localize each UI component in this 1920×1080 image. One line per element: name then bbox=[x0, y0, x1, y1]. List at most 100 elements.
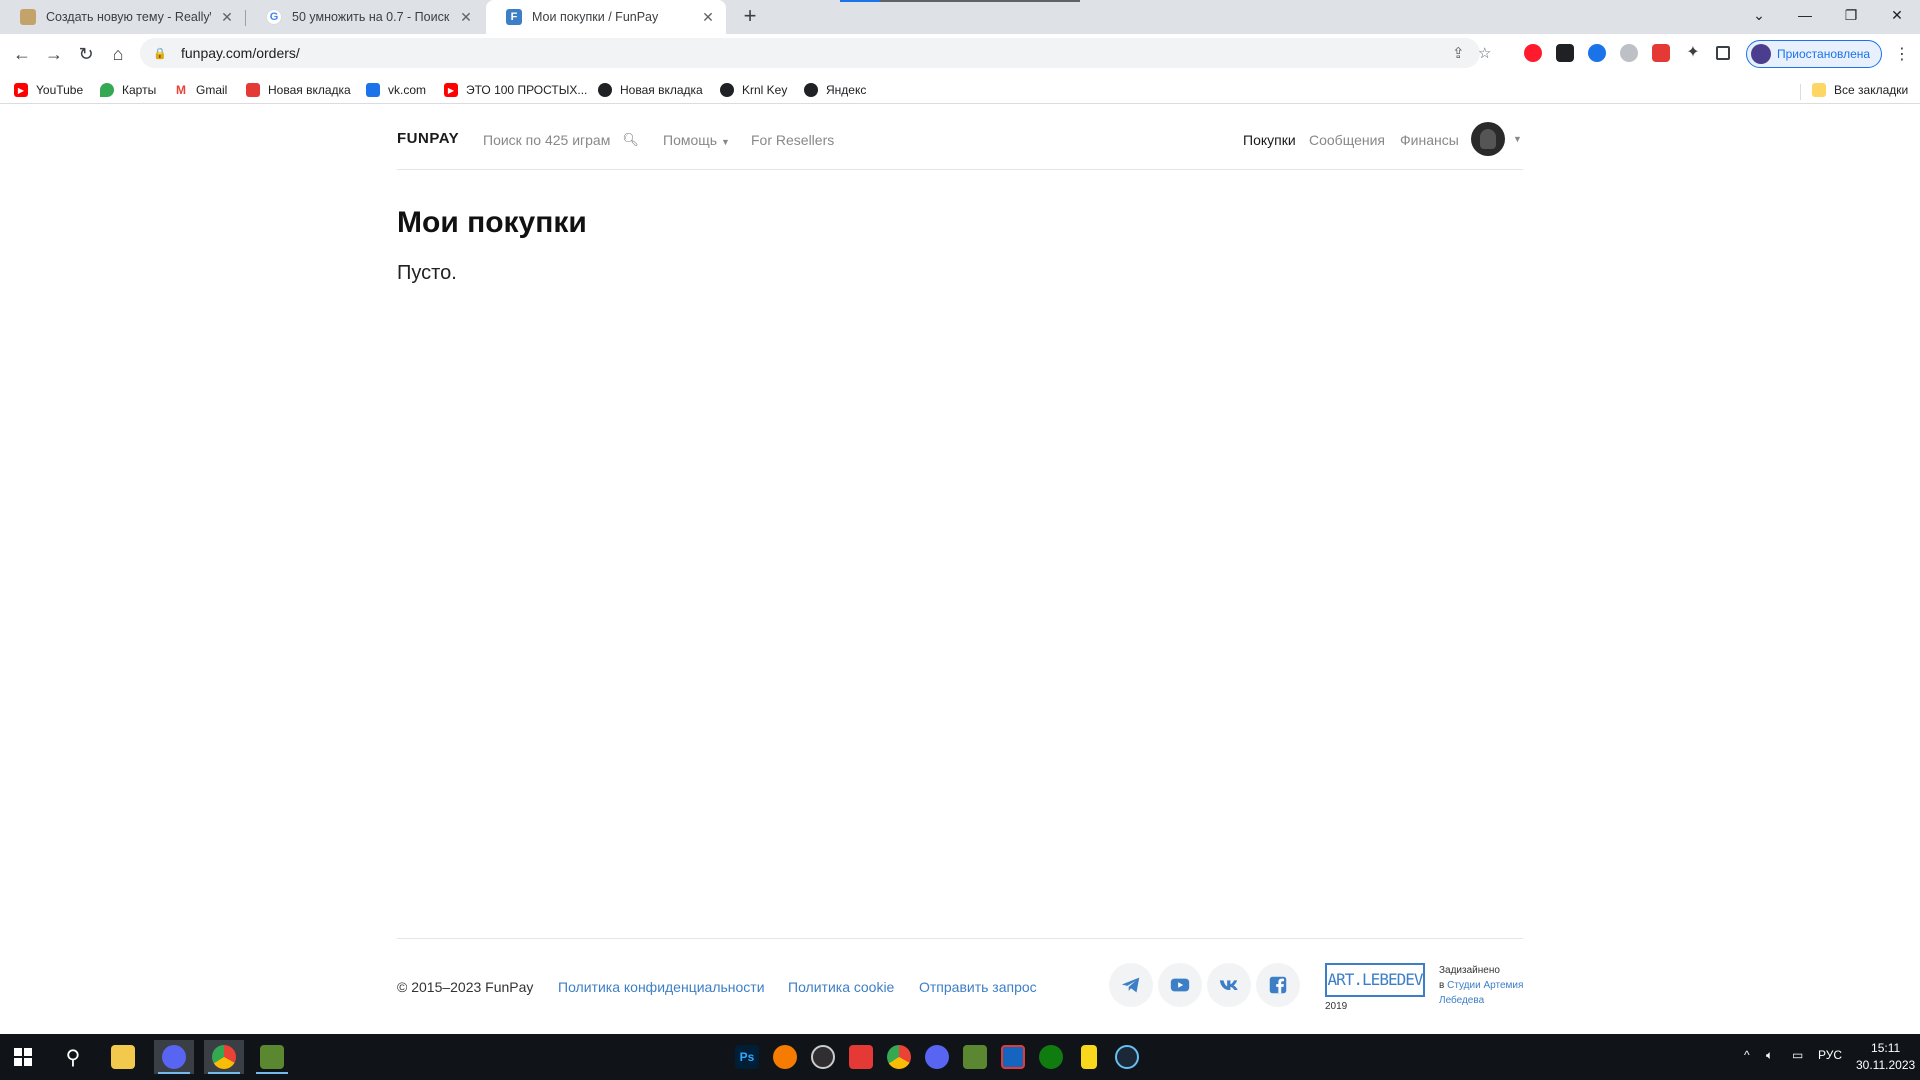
reload-icon[interactable]: ↻ bbox=[72, 40, 100, 68]
minimize-button[interactable]: — bbox=[1782, 0, 1828, 30]
media-player-icon[interactable] bbox=[844, 1040, 878, 1074]
tab-title: Создать новую тему - ReallyWo bbox=[46, 10, 211, 24]
globe-icon bbox=[804, 83, 818, 97]
restore-button[interactable]: ❐ bbox=[1828, 0, 1874, 30]
chrome-taskbar-icon[interactable] bbox=[204, 1040, 244, 1074]
designer-link[interactable]: Студии Артемия Лебедева bbox=[1439, 980, 1523, 1006]
tab-favicon bbox=[20, 9, 36, 25]
globe-icon bbox=[720, 83, 734, 97]
designed-label: Задизайнено bbox=[1439, 965, 1500, 976]
extensions-puzzle-icon[interactable]: ✦ bbox=[1684, 44, 1702, 62]
bookmark-label: Карты bbox=[122, 83, 157, 97]
extension-icon[interactable] bbox=[1556, 44, 1574, 62]
tab-loading-indicator bbox=[840, 0, 880, 2]
discord-taskbar-icon[interactable] bbox=[154, 1040, 194, 1074]
nav-finances[interactable]: Финансы bbox=[1400, 132, 1459, 148]
bookmark-video[interactable]: ▶ ЭТО 100 ПРОСТЫХ... bbox=[444, 80, 587, 100]
extension-icon[interactable] bbox=[1588, 44, 1606, 62]
search-icon[interactable]: 🔍︎ bbox=[622, 132, 639, 148]
facebook-icon[interactable] bbox=[1256, 963, 1300, 1007]
bookmark-krnl-key[interactable]: Krnl Key bbox=[720, 80, 787, 100]
google-icon: G bbox=[266, 9, 282, 25]
bookmark-vk[interactable]: vk.com bbox=[366, 80, 426, 100]
minecraft-taskbar-icon[interactable] bbox=[252, 1040, 292, 1074]
search-app-icon[interactable] bbox=[768, 1040, 802, 1074]
back-icon[interactable]: ← bbox=[8, 40, 36, 68]
art-lebedev-logo[interactable]: ART.LEBEDEV bbox=[1325, 963, 1425, 997]
tab-google-search[interactable]: G 50 умножить на 0.7 - Поиск в G ✕ bbox=[246, 0, 484, 34]
search-placeholder[interactable]: Поиск по 425 играм bbox=[483, 132, 610, 148]
side-panel-icon[interactable] bbox=[1716, 46, 1730, 60]
tab-title: Мои покупки / FunPay bbox=[532, 10, 659, 24]
maps-pin-icon bbox=[100, 83, 114, 97]
address-bar[interactable]: 🔒 funpay.com/orders/ ⇪ ☆ bbox=[140, 38, 1491, 68]
bookmark-youtube[interactable]: ▶ YouTube bbox=[14, 80, 83, 100]
minecraft-icon[interactable] bbox=[958, 1040, 992, 1074]
close-window-button[interactable]: ✕ bbox=[1874, 0, 1920, 30]
volume-icon[interactable]: 🔈︎ bbox=[1766, 1048, 1773, 1063]
app-s-icon[interactable] bbox=[996, 1040, 1030, 1074]
lock-icon[interactable]: 🔒 bbox=[153, 47, 167, 60]
windows-taskbar: ⚲ Ps ^ 🔈︎ ▭ РУС 15:11 30.11.2023 bbox=[0, 1034, 1920, 1080]
chrome-icon[interactable] bbox=[882, 1040, 916, 1074]
telegram-icon[interactable] bbox=[1109, 963, 1153, 1007]
user-avatar[interactable] bbox=[1471, 122, 1505, 156]
bookmark-new-tab[interactable]: Новая вкладка bbox=[246, 80, 351, 100]
tab-reallyworld[interactable]: Создать новую тему - ReallyWo ✕ bbox=[0, 0, 245, 34]
close-icon[interactable]: ✕ bbox=[458, 9, 474, 25]
windows-start-icon[interactable] bbox=[6, 1040, 40, 1074]
bookmark-yandex[interactable]: Яндекс bbox=[804, 80, 866, 100]
discord-icon[interactable] bbox=[920, 1040, 954, 1074]
for-resellers-link[interactable]: For Resellers bbox=[751, 132, 834, 148]
url-text[interactable]: funpay.com/orders/ bbox=[181, 45, 300, 61]
opera-extension-icon[interactable] bbox=[1524, 44, 1542, 62]
bookmark-label: Все закладки bbox=[1834, 83, 1909, 97]
share-icon[interactable]: ⇪ bbox=[1452, 44, 1465, 62]
tab-title: 50 умножить на 0.7 - Поиск в G bbox=[292, 10, 450, 24]
designed-by: Задизайнено в Студии Артемия Лебедева bbox=[1439, 963, 1529, 1008]
bookmark-icon bbox=[246, 83, 260, 97]
caret-down-icon: ▼ bbox=[720, 137, 730, 147]
close-icon[interactable]: ✕ bbox=[219, 9, 235, 25]
steam-icon[interactable] bbox=[1110, 1040, 1144, 1074]
funpay-favicon: F bbox=[506, 9, 522, 25]
profile-button[interactable]: Приостановлена bbox=[1746, 40, 1882, 68]
bookmark-label: vk.com bbox=[388, 83, 427, 97]
copyright: © 2015–2023 FunPay bbox=[397, 979, 534, 995]
help-menu[interactable]: Помощь ▼ bbox=[663, 132, 730, 148]
cookie-policy-link[interactable]: Политика cookie bbox=[788, 979, 894, 995]
tab-funpay[interactable]: F Мои покупки / FunPay ✕ bbox=[486, 0, 726, 34]
tab-search-icon[interactable]: ⌄ bbox=[1736, 0, 1782, 30]
vk-icon[interactable] bbox=[1207, 963, 1251, 1007]
obs-icon[interactable] bbox=[806, 1040, 840, 1074]
file-explorer-icon[interactable] bbox=[106, 1040, 140, 1074]
youtube-icon[interactable] bbox=[1158, 963, 1202, 1007]
forward-icon[interactable]: → bbox=[40, 40, 68, 68]
send-request-link[interactable]: Отправить запрос bbox=[919, 979, 1037, 995]
home-icon[interactable]: ⌂ bbox=[104, 40, 132, 68]
file-icon[interactable] bbox=[1072, 1040, 1106, 1074]
close-icon[interactable]: ✕ bbox=[700, 9, 716, 25]
star-icon[interactable]: ☆ bbox=[1478, 44, 1491, 62]
privacy-policy-link[interactable]: Политика конфиденциальности bbox=[558, 979, 765, 995]
game-search[interactable]: Поиск по 425 играм 🔍︎ bbox=[483, 132, 639, 148]
nav-messages[interactable]: Сообщения bbox=[1309, 132, 1385, 148]
tray-chevron-icon[interactable]: ^ bbox=[1744, 1048, 1750, 1062]
extension-icon[interactable] bbox=[1652, 44, 1670, 62]
globe-icon[interactable] bbox=[1620, 44, 1638, 62]
new-tab-button[interactable]: + bbox=[738, 5, 762, 29]
clock[interactable]: 15:11 30.11.2023 bbox=[1856, 1040, 1915, 1074]
photoshop-icon[interactable]: Ps bbox=[730, 1040, 764, 1074]
bookmark-new-tab-2[interactable]: Новая вкладка bbox=[598, 80, 703, 100]
funpay-logo[interactable]: FUNPAY bbox=[397, 130, 459, 147]
network-icon[interactable]: ▭ bbox=[1792, 1048, 1803, 1062]
bookmark-gmail[interactable]: M Gmail bbox=[174, 80, 227, 100]
more-menu-icon[interactable]: ⋮ bbox=[1894, 44, 1910, 64]
language-indicator[interactable]: РУС bbox=[1818, 1048, 1842, 1062]
nav-purchases[interactable]: Покупки bbox=[1243, 132, 1296, 148]
xbox-icon[interactable] bbox=[1034, 1040, 1068, 1074]
all-bookmarks[interactable]: Все закладки bbox=[1812, 80, 1908, 100]
bookmark-maps[interactable]: Карты bbox=[100, 80, 156, 100]
search-icon[interactable]: ⚲ bbox=[56, 1040, 90, 1074]
caret-down-icon[interactable]: ▼ bbox=[1513, 134, 1522, 144]
